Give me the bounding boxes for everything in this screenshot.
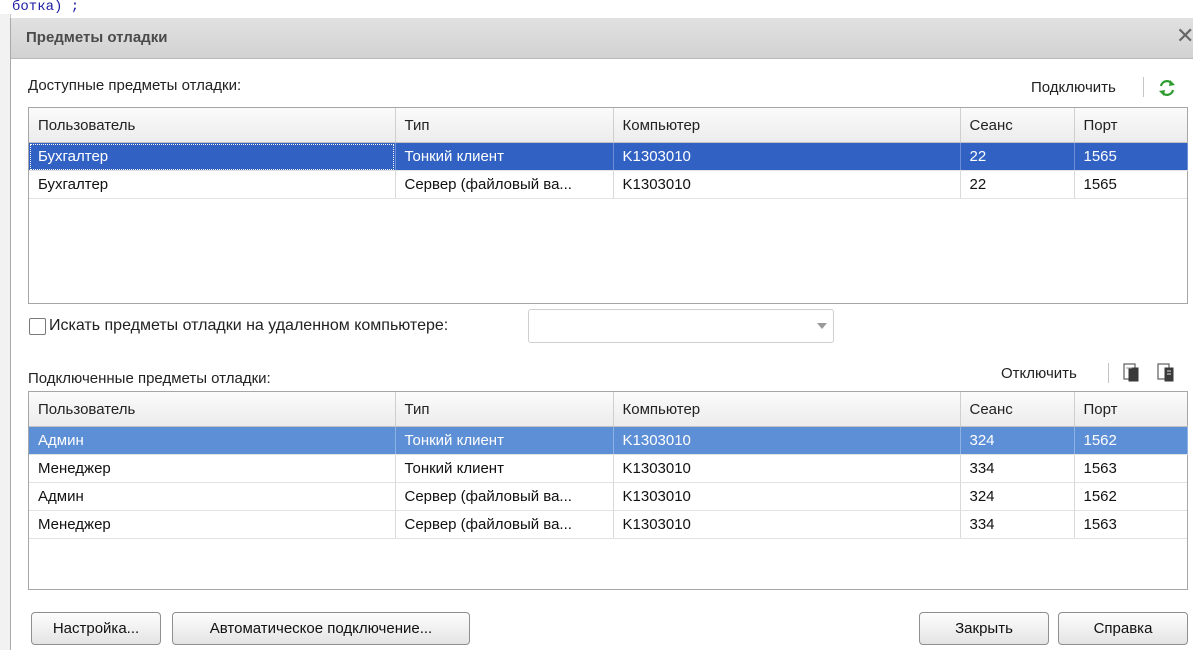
column-header-session[interactable]: Сеанс xyxy=(960,108,1075,143)
cell-type: Тонкий клиент xyxy=(395,454,614,483)
cell-session: 324 xyxy=(960,482,1075,511)
cell-user: Менеджер xyxy=(29,454,396,483)
cell-type: Сервер (файловый ва... xyxy=(395,482,614,511)
cell-session: 22 xyxy=(960,142,1075,171)
connect-button[interactable]: Подключить xyxy=(1031,79,1116,96)
column-header-type[interactable]: Тип xyxy=(395,392,614,427)
cell-user: Бухгалтер xyxy=(29,142,396,171)
cell-session: 334 xyxy=(960,454,1075,483)
column-header-user[interactable]: Пользователь xyxy=(29,392,396,427)
cell-computer: K1303010 xyxy=(613,142,961,171)
cell-session: 324 xyxy=(960,426,1075,455)
cell-port: 1562 xyxy=(1074,426,1188,455)
help-button[interactable]: Справка xyxy=(1058,612,1188,645)
connected-items-label: Подключенные предметы отладки: xyxy=(28,370,271,387)
toolbar-separator xyxy=(1143,77,1144,97)
cell-type: Тонкий клиент xyxy=(395,426,614,455)
cell-user: Бухгалтер xyxy=(29,170,396,199)
column-header-session[interactable]: Сеанс xyxy=(960,392,1075,427)
cell-session: 334 xyxy=(960,510,1075,539)
cell-port: 1563 xyxy=(1074,510,1187,539)
table-row[interactable]: Админ Сервер (файловый ва... K1303010 32… xyxy=(29,482,1187,511)
cell-port: 1562 xyxy=(1074,482,1187,511)
cell-user: Менеджер xyxy=(29,510,396,539)
table-row[interactable]: Менеджер Тонкий клиент K1303010 334 1563 xyxy=(29,454,1187,483)
refresh-icon[interactable] xyxy=(1156,77,1178,99)
table-row[interactable]: Бухгалтер Тонкий клиент K1303010 22 1565 xyxy=(29,142,1188,171)
column-header-port[interactable]: Порт xyxy=(1074,108,1187,143)
column-header-port[interactable]: Порт xyxy=(1074,392,1187,427)
table-row[interactable]: Бухгалтер Сервер (файловый ва... K130301… xyxy=(29,170,1187,199)
table-header: Пользователь Тип Компьютер Сеанс Порт xyxy=(29,392,1187,427)
available-items-label: Доступные предметы отладки: xyxy=(28,77,242,94)
remote-search-checkbox[interactable] xyxy=(29,318,46,335)
column-header-computer[interactable]: Компьютер xyxy=(613,108,961,143)
remote-computer-combo[interactable] xyxy=(528,309,834,343)
cell-computer: K1303010 xyxy=(613,482,961,511)
cell-user: Админ xyxy=(29,426,396,455)
table-row[interactable]: Админ Тонкий клиент K1303010 324 1562 xyxy=(29,426,1188,455)
cell-port: 1563 xyxy=(1074,454,1187,483)
settings-button[interactable]: Настройка... xyxy=(31,612,161,645)
debug-items-dialog: Предметы отладки ✕ Доступные предметы от… xyxy=(10,18,1193,650)
column-header-computer[interactable]: Компьютер xyxy=(613,392,961,427)
table-header: Пользователь Тип Компьютер Сеанс Порт xyxy=(29,108,1187,143)
cell-type: Сервер (файловый ва... xyxy=(395,510,614,539)
cell-type: Сервер (файловый ва... xyxy=(395,170,614,199)
close-icon[interactable]: ✕ xyxy=(1176,25,1193,47)
toolbar-separator xyxy=(1108,363,1109,383)
connected-items-table: Пользователь Тип Компьютер Сеанс Порт Ад… xyxy=(28,391,1188,590)
dialog-titlebar[interactable]: Предметы отладки ✕ xyxy=(11,18,1193,59)
column-header-user[interactable]: Пользователь xyxy=(29,108,396,143)
cell-computer: K1303010 xyxy=(613,170,961,199)
cell-port: 1565 xyxy=(1074,142,1188,171)
close-button[interactable]: Закрыть xyxy=(919,612,1049,645)
cell-user: Админ xyxy=(29,482,396,511)
disconnect-button[interactable]: Отключить xyxy=(1001,365,1077,382)
background-code-fragment: ботка) ; xyxy=(12,0,80,15)
cell-computer: K1303010 xyxy=(613,454,961,483)
copy-icon[interactable] xyxy=(1121,362,1141,384)
cell-computer: K1303010 xyxy=(613,426,961,455)
cell-computer: K1303010 xyxy=(613,510,961,539)
paste-icon[interactable] xyxy=(1156,362,1176,384)
table-row[interactable]: Менеджер Сервер (файловый ва... K1303010… xyxy=(29,510,1187,539)
available-items-table: Пользователь Тип Компьютер Сеанс Порт Бу… xyxy=(28,107,1188,304)
remote-search-label: Искать предметы отладки на удаленном ком… xyxy=(49,317,449,334)
cell-port: 1565 xyxy=(1074,170,1187,199)
auto-connect-button[interactable]: Автоматическое подключение... xyxy=(172,612,470,645)
cell-session: 22 xyxy=(960,170,1075,199)
cell-type: Тонкий клиент xyxy=(395,142,614,171)
column-header-type[interactable]: Тип xyxy=(395,108,614,143)
chevron-down-icon[interactable] xyxy=(817,323,827,329)
dialog-title: Предметы отладки xyxy=(26,29,168,46)
